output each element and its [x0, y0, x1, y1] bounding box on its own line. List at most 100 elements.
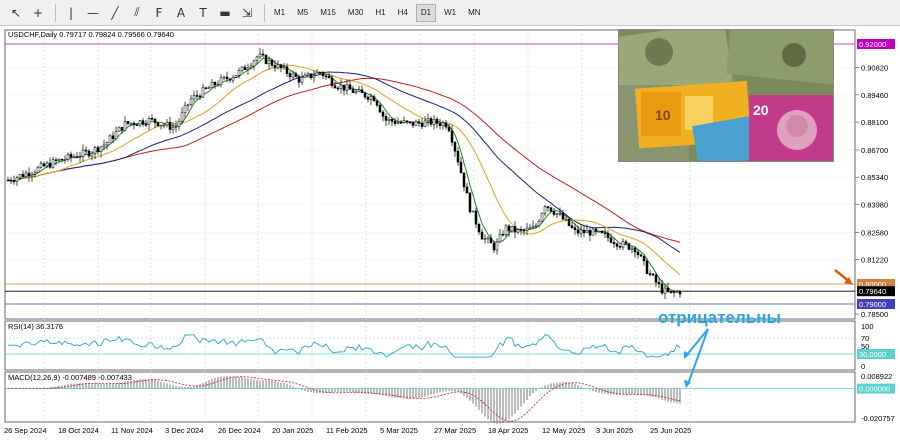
candle-body: [288, 73, 292, 78]
candle-body: [12, 180, 16, 183]
candle-body: [315, 72, 319, 76]
candle-body: [474, 210, 478, 225]
candle-body: [42, 163, 46, 167]
candle-body: [660, 283, 664, 294]
timeframe-m15[interactable]: M15: [316, 4, 340, 22]
cursor-icon[interactable]: ↖: [6, 3, 26, 23]
candle-body: [678, 291, 682, 295]
candle-body: [183, 105, 187, 113]
candle-body: [69, 153, 73, 158]
candle-body: [408, 121, 412, 123]
candle-body: [249, 65, 253, 69]
date-label: 26 Dec 2024: [218, 426, 261, 435]
timeframe-m5[interactable]: M5: [293, 4, 312, 22]
candle-body: [453, 142, 457, 152]
candle-body: [438, 123, 442, 127]
candle-body: [291, 73, 295, 78]
price-label: 0.88100: [861, 118, 888, 127]
price-label: 0.81220: [861, 256, 888, 265]
candle-body: [141, 120, 145, 125]
candle-body: [387, 119, 391, 121]
candle-body: [471, 210, 475, 213]
date-label: 25 Jun 2025: [650, 426, 691, 435]
candle-body: [507, 225, 511, 232]
candle-body: [492, 242, 496, 251]
candle-body: [393, 121, 397, 124]
candle-body: [612, 242, 616, 244]
rsi-level-label: 30.0000: [859, 350, 886, 359]
crosshair-icon[interactable]: +: [28, 3, 48, 23]
fibonacci-icon[interactable]: F: [149, 3, 169, 23]
timeframe-h1[interactable]: H1: [371, 4, 389, 22]
candle-body: [579, 229, 583, 234]
date-label: 18 Apr 2025: [488, 426, 528, 435]
candle-body: [36, 167, 40, 173]
timeframe-mn[interactable]: MN: [464, 4, 484, 22]
timeframe-d1[interactable]: D1: [415, 3, 437, 22]
vertical-line-icon[interactable]: |: [61, 3, 81, 23]
chart-area[interactable]: 0.92000 0.90820 0.89460 0.88100 0.86700 0.853…: [0, 26, 900, 442]
timeframe-m1[interactable]: M1: [270, 4, 289, 22]
candle-body: [192, 95, 196, 100]
candle-body: [657, 281, 661, 285]
candle-body: [78, 156, 82, 158]
candle-body: [585, 230, 589, 234]
candle-body: [75, 156, 79, 158]
trendline-icon[interactable]: ╱: [105, 3, 125, 23]
candle-body: [207, 87, 211, 89]
candle-body: [270, 59, 274, 66]
candle-body: [528, 227, 532, 230]
candle-body: [102, 144, 106, 147]
candle-body: [234, 75, 238, 78]
candle-body: [255, 56, 259, 62]
candle-body: [111, 135, 115, 140]
candle-body: [441, 122, 445, 127]
candle-body: [456, 150, 460, 163]
candle-body: [6, 179, 10, 182]
candle-body: [639, 254, 643, 257]
price-tag-label: 0.92000: [859, 40, 886, 49]
timeframe-m30[interactable]: M30: [344, 4, 368, 22]
svg-text:10: 10: [655, 107, 671, 123]
candle-body: [282, 66, 286, 69]
candle-body: [399, 122, 403, 124]
candle-body: [483, 238, 487, 240]
timeframe-h4[interactable]: H4: [394, 4, 412, 22]
shapes-icon[interactable]: ▬: [215, 3, 235, 23]
candle-body: [96, 147, 100, 152]
price-label: 0.82580: [861, 228, 888, 237]
candle-body: [252, 60, 256, 67]
candle-body: [543, 206, 547, 214]
candle-body: [117, 127, 121, 132]
candle-body: [519, 229, 523, 231]
candle-body: [411, 121, 415, 126]
candle-body: [228, 78, 232, 81]
candle-body: [264, 54, 268, 64]
timeframe-w1[interactable]: W1: [440, 4, 460, 22]
label-icon[interactable]: T: [193, 3, 213, 23]
candle-body: [435, 118, 439, 124]
price-tag-label: 0.79640: [859, 287, 886, 296]
candle-body: [297, 76, 301, 83]
candle-body: [15, 177, 19, 182]
arrows-icon[interactable]: ⇲: [237, 3, 257, 23]
candle-body: [642, 255, 646, 262]
date-label: 27 Mar 2025: [434, 426, 476, 435]
horizontal-line-icon[interactable]: —: [83, 3, 103, 23]
text-icon[interactable]: A: [171, 3, 191, 23]
candle-body: [348, 84, 352, 90]
candle-body: [138, 120, 142, 126]
candle-body: [594, 228, 598, 232]
candle-body: [651, 273, 655, 276]
price-label: 0.85340: [861, 173, 888, 182]
candle-body: [279, 64, 283, 69]
candle-body: [201, 87, 205, 98]
candle-body: [219, 77, 223, 85]
candle-body: [174, 126, 178, 128]
candle-body: [381, 111, 385, 117]
candle-body: [600, 230, 604, 234]
channel-icon[interactable]: ⫽: [127, 3, 147, 23]
candle-body: [510, 226, 514, 232]
candle-body: [267, 59, 271, 64]
candle-body: [51, 159, 55, 168]
